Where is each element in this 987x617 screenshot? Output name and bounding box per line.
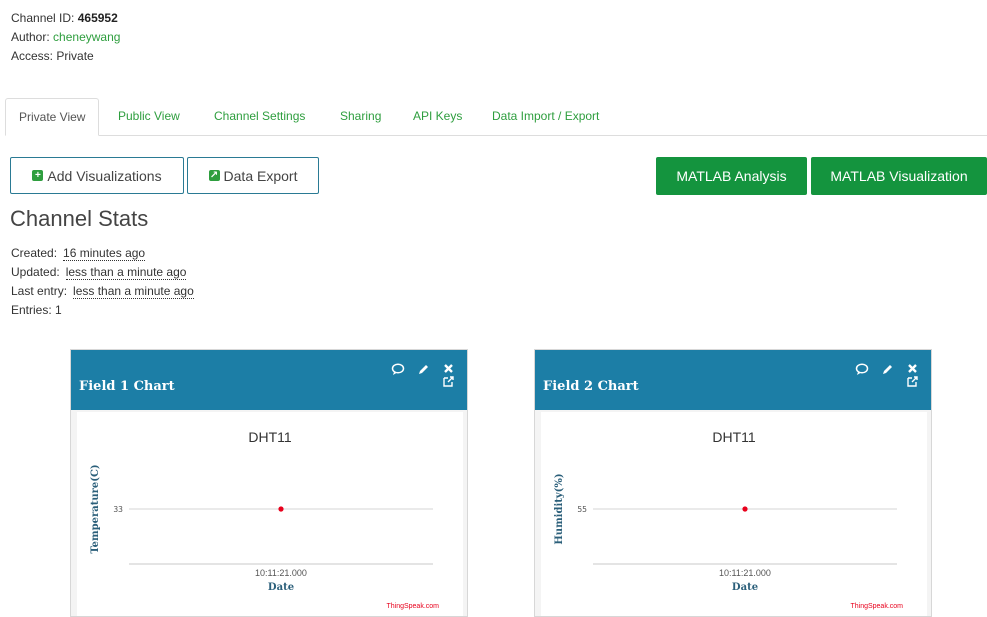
panel-header: Field 2 Chart <box>535 350 931 410</box>
matlab-visualization-button[interactable]: MATLAB Visualization <box>811 157 987 195</box>
tab-data-import-export[interactable]: Data Import / Export <box>492 98 599 134</box>
panel-icons <box>387 363 457 393</box>
chart-svg: DHT11 33 10:11:21.000 Date Temperature(C) Thi… <box>90 429 439 610</box>
comment-icon[interactable] <box>391 363 405 379</box>
export-icon: ↗ <box>208 170 220 181</box>
external-link-icon[interactable] <box>443 375 454 390</box>
matlab-analysis-button[interactable]: MATLAB Analysis <box>656 157 807 195</box>
panel-title: Field 2 Chart <box>543 379 639 394</box>
created-value: 16 minutes ago <box>63 246 146 261</box>
comment-icon[interactable] <box>855 363 869 379</box>
tab-private-view[interactable]: Private View <box>5 98 100 136</box>
field-1-chart-panel: Field 1 Chart DHT11 33 10:11:21.000 Date Tem… <box>70 349 468 617</box>
add-visualizations-button[interactable]: + Add Visualizations <box>10 157 184 194</box>
channel-id-label: Channel ID: <box>11 11 75 25</box>
x-axis-label: Date <box>732 582 758 593</box>
chart-title: DHT11 <box>248 429 292 445</box>
plus-icon: + <box>32 170 44 181</box>
data-export-label: Data Export <box>223 167 298 184</box>
field-1-chart: DHT11 33 10:11:21.000 Date Temperature(C) Thi… <box>77 412 463 616</box>
entries-label: Entries: <box>11 303 52 317</box>
chart-credit: ThingSpeak.com <box>850 603 903 610</box>
data-point <box>742 506 748 512</box>
data-point <box>278 506 284 512</box>
author-link[interactable]: cheneywang <box>53 30 120 44</box>
field-2-chart: DHT11 55 10:11:21.000 Date Humidity(%) ThingS… <box>541 412 927 616</box>
created-row: Created: 16 minutes ago <box>11 244 194 263</box>
thingspeak-channel-page: Channel ID: 465952 Author: cheneywang Ac… <box>0 0 987 617</box>
channel-id-row: Channel ID: 465952 <box>11 9 120 28</box>
author-row: Author: cheneywang <box>11 28 120 47</box>
tab-channel-settings[interactable]: Channel Settings <box>214 98 305 134</box>
y-axis-label: Temperature(C) <box>90 464 101 553</box>
pencil-icon[interactable] <box>417 363 430 379</box>
updated-row: Updated: less than a minute ago <box>11 263 194 282</box>
channel-tabs: Private View Public View Channel Setting… <box>5 98 987 136</box>
panel-title: Field 1 Chart <box>79 379 175 394</box>
entries-row: Entries: 1 <box>11 301 194 320</box>
panel-header: Field 1 Chart <box>71 350 467 410</box>
field-2-chart-panel: Field 2 Chart DHT11 55 10:11:21.000 Date Hum… <box>534 349 932 617</box>
external-link-icon[interactable] <box>907 375 918 390</box>
chart-title: DHT11 <box>712 429 756 445</box>
chart-svg: DHT11 55 10:11:21.000 Date Humidity(%) ThingS… <box>554 429 903 610</box>
access-row: Access: Private <box>11 47 120 66</box>
x-tick-label: 10:11:21.000 <box>255 568 307 578</box>
entries-value: 1 <box>55 303 62 317</box>
y-tick-label: 55 <box>577 505 587 514</box>
x-axis-label: Date <box>268 582 294 593</box>
channel-stats-title: Channel Stats <box>10 206 149 231</box>
panel-icons <box>851 363 921 393</box>
author-label: Author: <box>11 30 50 44</box>
updated-value: less than a minute ago <box>65 265 187 280</box>
last-entry-label: Last entry: <box>11 284 68 298</box>
x-tick-label: 10:11:21.000 <box>719 568 771 578</box>
channel-info: Channel ID: 465952 Author: cheneywang Ac… <box>11 9 120 66</box>
created-label: Created: <box>11 246 58 260</box>
last-entry-value: less than a minute ago <box>73 284 194 299</box>
tab-public-view[interactable]: Public View <box>118 98 180 134</box>
updated-label: Updated: <box>11 265 60 279</box>
tab-sharing[interactable]: Sharing <box>340 98 381 134</box>
chart-credit: ThingSpeak.com <box>386 603 439 610</box>
channel-stats: Created: 16 minutes ago Updated: less than… <box>11 244 194 320</box>
y-axis-label: Humidity(%) <box>554 473 565 544</box>
access-value: Private <box>56 49 94 63</box>
data-export-button[interactable]: ↗ Data Export <box>187 157 319 194</box>
y-tick-label: 33 <box>113 505 123 514</box>
channel-id-value: 465952 <box>77 11 118 25</box>
access-label: Access: <box>11 49 54 63</box>
add-visualizations-label: Add Visualizations <box>47 167 162 184</box>
last-entry-row: Last entry: less than a minute ago <box>11 282 194 301</box>
tab-api-keys[interactable]: API Keys <box>413 98 462 134</box>
pencil-icon[interactable] <box>881 363 894 379</box>
